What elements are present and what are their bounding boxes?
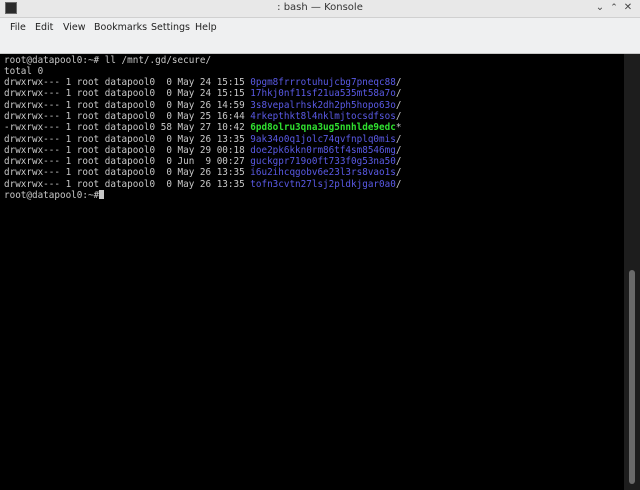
scrollbar[interactable] (624, 54, 640, 490)
menu-bookmarks[interactable]: Bookmarks (94, 22, 147, 33)
prompt: root@datapool0:~# (4, 190, 100, 201)
listing-row: drwxrwx--- 1 root datapool0 0 May 26 14:… (4, 100, 401, 111)
chevron-down-icon[interactable]: ⌄ (593, 1, 607, 15)
menu-settings[interactable]: Settings (151, 22, 190, 33)
window-title: : bash — Konsole (277, 2, 363, 13)
close-icon[interactable]: ✕ (621, 1, 635, 15)
file-name: doe2pk6kkn0rm86tf4sm8546mg (250, 144, 396, 156)
title-bar: : bash — Konsole ⌄ ⌃ ✕ (0, 0, 640, 18)
listing-row: drwxrwx--- 1 root datapool0 0 Jun 9 00:2… (4, 156, 401, 167)
file-name: 4rkepthkt8l4nklmjtocsdfsos (250, 110, 396, 122)
listing-row: drwxrwx--- 1 root datapool0 0 May 24 15:… (4, 88, 401, 99)
file-attributes: drwxrwx--- 1 root datapool0 0 May 24 15:… (4, 77, 251, 88)
file-attributes: drwxrwx--- 1 root datapool0 0 May 25 16:… (4, 110, 251, 122)
listing-row: drwxrwx--- 1 root datapool0 0 May 29 00:… (4, 145, 401, 156)
file-type-indicator: / (395, 167, 402, 179)
file-type-indicator: / (395, 144, 402, 156)
cursor (99, 190, 105, 199)
file-type-indicator: / (395, 88, 402, 100)
file-name: 6pd8olru3qna3ug5nnhlde9edc (250, 122, 396, 134)
file-type-indicator: / (395, 133, 402, 145)
file-type-indicator: / (395, 99, 402, 111)
file-attributes: drwxrwx--- 1 root datapool0 0 May 26 13:… (4, 178, 251, 190)
file-attributes: drwxrwx--- 1 root datapool0 0 May 29 00:… (4, 144, 251, 156)
file-name: guckgpr719o0ft733f0g53na50 (250, 156, 396, 168)
listing-row: drwxrwx--- 1 root datapool0 0 May 24 15:… (4, 77, 401, 88)
file-type-indicator: / (395, 110, 402, 122)
file-name: 17hkj0nf11sf21ua535mt58a7o (250, 88, 396, 100)
listing-row: drwxrwx--- 1 root datapool0 0 May 26 13:… (4, 179, 401, 190)
file-attributes: drwxrwx--- 1 root datapool0 0 Jun 9 00:2… (4, 156, 251, 168)
file-attributes: drwxrwx--- 1 root datapool0 0 May 26 13:… (4, 167, 251, 179)
file-name: 0pgm8frrrotuhujcbg7pneqc88 (250, 77, 396, 88)
menu-help[interactable]: Help (195, 22, 217, 33)
file-type-indicator: * (395, 122, 402, 134)
command-line: root@datapool0:~# ll /mnt/.gd/secure/ (4, 55, 211, 66)
file-attributes: drwxrwx--- 1 root datapool0 0 May 26 14:… (4, 99, 251, 111)
menu-file[interactable]: File (10, 22, 26, 33)
file-type-indicator: / (395, 178, 402, 190)
chevron-up-icon[interactable]: ⌃ (607, 1, 621, 15)
listing-row: drwxrwx--- 1 root datapool0 0 May 26 13:… (4, 134, 401, 145)
listing-row: drwxrwx--- 1 root datapool0 0 May 26 13:… (4, 167, 401, 178)
menu-bar: File Edit View Bookmarks Settings Help (0, 18, 640, 54)
file-name: 3s8vepalrhsk2dh2ph5hopo63o (250, 99, 396, 111)
scrollbar-thumb[interactable] (629, 270, 635, 484)
listing-row: drwxrwx--- 1 root datapool0 0 May 25 16:… (4, 111, 401, 122)
file-name: tofn3cvtn27lsj2pldkjgar0a0 (250, 178, 396, 190)
listing-row: -rwxrwx--- 1 root datapool0 58 May 27 10… (4, 122, 401, 133)
file-attributes: drwxrwx--- 1 root datapool0 0 May 26 13:… (4, 133, 251, 145)
command: ll /mnt/.gd/secure/ (99, 55, 212, 66)
total-line: total 0 (4, 66, 44, 77)
file-attributes: drwxrwx--- 1 root datapool0 0 May 24 15:… (4, 88, 251, 100)
file-name: 9ak34o0q1jolc74qvfnplq0mis (250, 133, 396, 145)
file-type-indicator: / (395, 156, 402, 168)
menu-edit[interactable]: Edit (35, 22, 53, 33)
file-attributes: -rwxrwx--- 1 root datapool0 58 May 27 10… (4, 122, 251, 134)
file-name: i6u2ihcqgobv6e23l3rs8vao1s (250, 167, 396, 179)
final-prompt-line: root@datapool0:~# (4, 190, 105, 201)
menu-view[interactable]: View (63, 22, 86, 33)
file-type-indicator: / (395, 77, 402, 88)
terminal-output[interactable]: root@datapool0:~# ll /mnt/.gd/secure/ to… (0, 54, 624, 490)
prompt: root@datapool0:~# (4, 55, 100, 66)
